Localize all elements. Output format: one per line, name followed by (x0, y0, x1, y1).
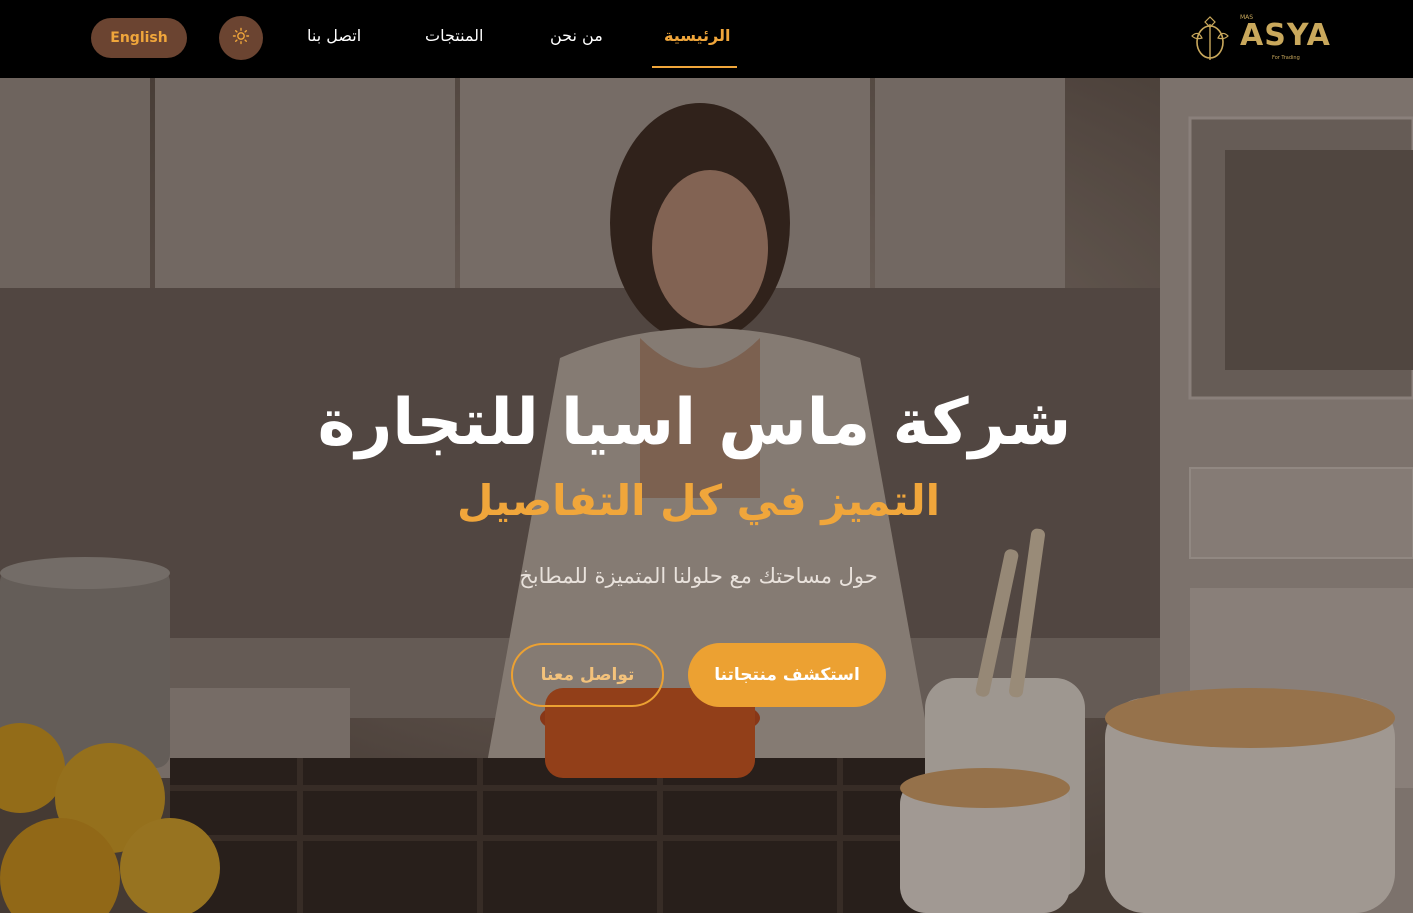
nav-item-products[interactable]: المنتجات (425, 26, 484, 45)
language-button[interactable]: English (91, 18, 187, 58)
explore-products-button[interactable]: استكشف منتجاتنا (688, 643, 886, 707)
nav-item-home[interactable]: الرئيسية (664, 26, 731, 45)
sun-icon (232, 27, 250, 49)
hero-section: شركة ماس اسيا للتجارة التميز في كل التفا… (0, 78, 1413, 913)
hero-description: حول مساحتك مع حلولنا المتميزة للمطابخ (519, 564, 878, 588)
hero-title: شركة ماس اسيا للتجارة (317, 386, 1072, 460)
diamond-emblem-icon (1191, 16, 1229, 60)
active-nav-indicator (652, 66, 737, 68)
brand-logo[interactable]: MAS ASYA For Trading (1188, 14, 1330, 64)
nav-item-contact[interactable]: اتصل بنا (307, 26, 361, 45)
theme-toggle-button[interactable] (219, 16, 263, 60)
hero-subtitle: التميز في كل التفاصيل (456, 476, 941, 525)
nav-item-about[interactable]: من نحن (550, 26, 603, 45)
logo-wordmark: ASYA (1240, 18, 1331, 53)
contact-us-button[interactable]: تواصل معنا (511, 643, 664, 707)
top-navbar: English اتصل بنا المنتجات من نحن الرئيسي… (0, 0, 1413, 78)
logo-tagline: For Trading (1272, 55, 1300, 61)
